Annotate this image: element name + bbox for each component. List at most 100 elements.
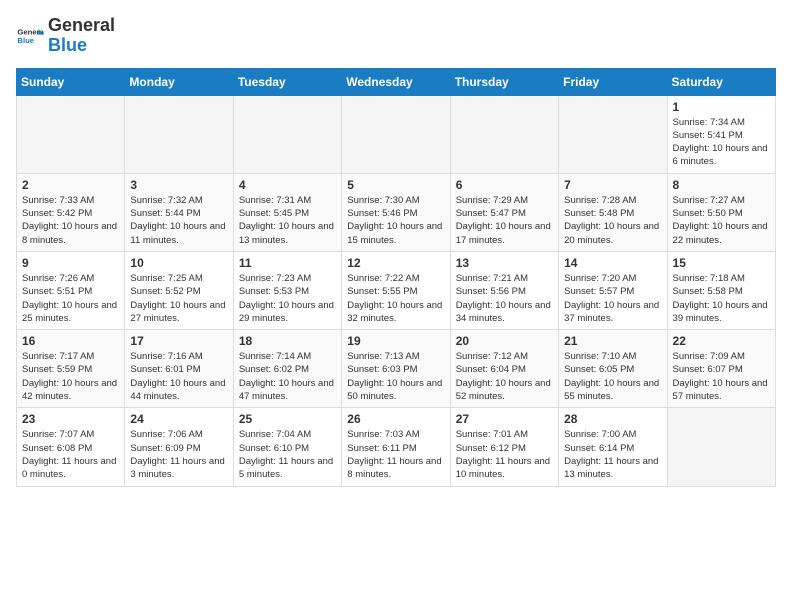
day-info: Sunrise: 7:17 AM Sunset: 5:59 PM Dayligh… <box>22 350 119 403</box>
day-cell: 12 Sunrise: 7:22 AM Sunset: 5:55 PM Dayli… <box>342 251 450 329</box>
day-info: Sunrise: 7:20 AM Sunset: 5:57 PM Dayligh… <box>564 272 661 325</box>
day-cell: 4Sunrise: 7:31 AM Sunset: 5:45 PM Daylig… <box>233 173 341 251</box>
week-row-3: 16 Sunrise: 7:17 AM Sunset: 5:59 PM Dayli… <box>17 330 776 408</box>
day-info: Sunrise: 7:07 AM Sunset: 6:08 PM Dayligh… <box>22 428 119 481</box>
day-cell: 21 Sunrise: 7:10 AM Sunset: 6:05 PM Dayli… <box>559 330 667 408</box>
day-cell: 7 Sunrise: 7:28 AM Sunset: 5:48 PM Daylig… <box>559 173 667 251</box>
day-number: 16 <box>22 334 119 348</box>
day-cell <box>342 95 450 173</box>
day-info: Sunrise: 7:26 AM Sunset: 5:51 PM Dayligh… <box>22 272 119 325</box>
day-cell: 2 Sunrise: 7:33 AM Sunset: 5:42 PM Daylig… <box>17 173 125 251</box>
day-cell: 24 Sunrise: 7:06 AM Sunset: 6:09 PM Dayli… <box>125 408 233 486</box>
day-number: 1 <box>673 100 770 114</box>
day-cell: 18 Sunrise: 7:14 AM Sunset: 6:02 PM Dayli… <box>233 330 341 408</box>
day-number: 21 <box>564 334 661 348</box>
day-info: Sunrise: 7:23 AM Sunset: 5:53 PM Dayligh… <box>239 272 336 325</box>
day-number: 4 <box>239 178 336 192</box>
day-cell: 10 Sunrise: 7:25 AM Sunset: 5:52 PM Dayli… <box>125 251 233 329</box>
svg-text:Blue: Blue <box>17 36 34 45</box>
day-info: Sunrise: 7:16 AM Sunset: 6:01 PM Dayligh… <box>130 350 227 403</box>
day-header-wednesday: Wednesday <box>342 68 450 95</box>
day-number: 17 <box>130 334 227 348</box>
day-number: 6 <box>456 178 553 192</box>
day-info: Sunrise: 7:18 AM Sunset: 5:58 PM Dayligh… <box>673 272 770 325</box>
day-cell: 23 Sunrise: 7:07 AM Sunset: 6:08 PM Dayli… <box>17 408 125 486</box>
logo-text: GeneralBlue <box>48 16 115 56</box>
day-header-thursday: Thursday <box>450 68 558 95</box>
day-info: Sunrise: 7:04 AM Sunset: 6:10 PM Dayligh… <box>239 428 336 481</box>
day-cell: 22 Sunrise: 7:09 AM Sunset: 6:07 PM Dayli… <box>667 330 775 408</box>
day-cell: 13 Sunrise: 7:21 AM Sunset: 5:56 PM Dayli… <box>450 251 558 329</box>
day-cell <box>450 95 558 173</box>
week-row-0: 1 Sunrise: 7:34 AM Sunset: 5:41 PM Daylig… <box>17 95 776 173</box>
day-number: 19 <box>347 334 444 348</box>
day-info: Sunrise: 7:29 AM Sunset: 5:47 PM Dayligh… <box>456 194 553 247</box>
day-number: 28 <box>564 412 661 426</box>
day-info: Sunrise: 7:10 AM Sunset: 6:05 PM Dayligh… <box>564 350 661 403</box>
day-cell: 1 Sunrise: 7:34 AM Sunset: 5:41 PM Daylig… <box>667 95 775 173</box>
day-cell: 19 Sunrise: 7:13 AM Sunset: 6:03 PM Dayli… <box>342 330 450 408</box>
day-cell <box>559 95 667 173</box>
day-number: 7 <box>564 178 661 192</box>
day-info: Sunrise: 7:33 AM Sunset: 5:42 PM Dayligh… <box>22 194 119 247</box>
day-header-saturday: Saturday <box>667 68 775 95</box>
week-row-2: 9Sunrise: 7:26 AM Sunset: 5:51 PM Daylig… <box>17 251 776 329</box>
day-info: Sunrise: 7:01 AM Sunset: 6:12 PM Dayligh… <box>456 428 553 481</box>
day-number: 26 <box>347 412 444 426</box>
day-number: 5 <box>347 178 444 192</box>
day-cell: 15 Sunrise: 7:18 AM Sunset: 5:58 PM Dayli… <box>667 251 775 329</box>
day-info: Sunrise: 7:09 AM Sunset: 6:07 PM Dayligh… <box>673 350 770 403</box>
day-number: 22 <box>673 334 770 348</box>
day-cell: 6 Sunrise: 7:29 AM Sunset: 5:47 PM Daylig… <box>450 173 558 251</box>
day-header-friday: Friday <box>559 68 667 95</box>
day-number: 3 <box>130 178 227 192</box>
day-cell: 8 Sunrise: 7:27 AM Sunset: 5:50 PM Daylig… <box>667 173 775 251</box>
logo-icon: General Blue <box>16 22 44 50</box>
day-number: 13 <box>456 256 553 270</box>
week-row-4: 23 Sunrise: 7:07 AM Sunset: 6:08 PM Dayli… <box>17 408 776 486</box>
day-cell <box>667 408 775 486</box>
day-info: Sunrise: 7:13 AM Sunset: 6:03 PM Dayligh… <box>347 350 444 403</box>
day-info: Sunrise: 7:00 AM Sunset: 6:14 PM Dayligh… <box>564 428 661 481</box>
day-number: 8 <box>673 178 770 192</box>
day-cell: 14Sunrise: 7:20 AM Sunset: 5:57 PM Dayli… <box>559 251 667 329</box>
day-header-sunday: Sunday <box>17 68 125 95</box>
day-cell: 17 Sunrise: 7:16 AM Sunset: 6:01 PM Dayli… <box>125 330 233 408</box>
day-cell <box>233 95 341 173</box>
day-info: Sunrise: 7:06 AM Sunset: 6:09 PM Dayligh… <box>130 428 227 481</box>
day-cell: 3 Sunrise: 7:32 AM Sunset: 5:44 PM Daylig… <box>125 173 233 251</box>
day-info: Sunrise: 7:22 AM Sunset: 5:55 PM Dayligh… <box>347 272 444 325</box>
day-info: Sunrise: 7:27 AM Sunset: 5:50 PM Dayligh… <box>673 194 770 247</box>
logo: General Blue GeneralBlue <box>16 16 115 56</box>
day-number: 15 <box>673 256 770 270</box>
day-number: 24 <box>130 412 227 426</box>
day-info: Sunrise: 7:32 AM Sunset: 5:44 PM Dayligh… <box>130 194 227 247</box>
day-info: Sunrise: 7:21 AM Sunset: 5:56 PM Dayligh… <box>456 272 553 325</box>
day-number: 23 <box>22 412 119 426</box>
day-number: 11 <box>239 256 336 270</box>
day-cell <box>17 95 125 173</box>
day-cell: 25Sunrise: 7:04 AM Sunset: 6:10 PM Dayli… <box>233 408 341 486</box>
day-info: Sunrise: 7:34 AM Sunset: 5:41 PM Dayligh… <box>673 116 770 169</box>
day-cell: 5Sunrise: 7:30 AM Sunset: 5:46 PM Daylig… <box>342 173 450 251</box>
day-cell: 20 Sunrise: 7:12 AM Sunset: 6:04 PM Dayli… <box>450 330 558 408</box>
day-header-monday: Monday <box>125 68 233 95</box>
day-number: 18 <box>239 334 336 348</box>
day-number: 2 <box>22 178 119 192</box>
day-cell <box>125 95 233 173</box>
day-number: 10 <box>130 256 227 270</box>
day-number: 12 <box>347 256 444 270</box>
day-info: Sunrise: 7:12 AM Sunset: 6:04 PM Dayligh… <box>456 350 553 403</box>
week-row-1: 2 Sunrise: 7:33 AM Sunset: 5:42 PM Daylig… <box>17 173 776 251</box>
day-number: 27 <box>456 412 553 426</box>
day-cell: 27 Sunrise: 7:01 AM Sunset: 6:12 PM Dayli… <box>450 408 558 486</box>
day-info: Sunrise: 7:03 AM Sunset: 6:11 PM Dayligh… <box>347 428 444 481</box>
day-cell: 26 Sunrise: 7:03 AM Sunset: 6:11 PM Dayli… <box>342 408 450 486</box>
day-info: Sunrise: 7:28 AM Sunset: 5:48 PM Dayligh… <box>564 194 661 247</box>
day-cell: 28 Sunrise: 7:00 AM Sunset: 6:14 PM Dayli… <box>559 408 667 486</box>
day-number: 20 <box>456 334 553 348</box>
day-header-tuesday: Tuesday <box>233 68 341 95</box>
header: General Blue GeneralBlue <box>16 16 776 56</box>
day-info: Sunrise: 7:25 AM Sunset: 5:52 PM Dayligh… <box>130 272 227 325</box>
day-info: Sunrise: 7:14 AM Sunset: 6:02 PM Dayligh… <box>239 350 336 403</box>
